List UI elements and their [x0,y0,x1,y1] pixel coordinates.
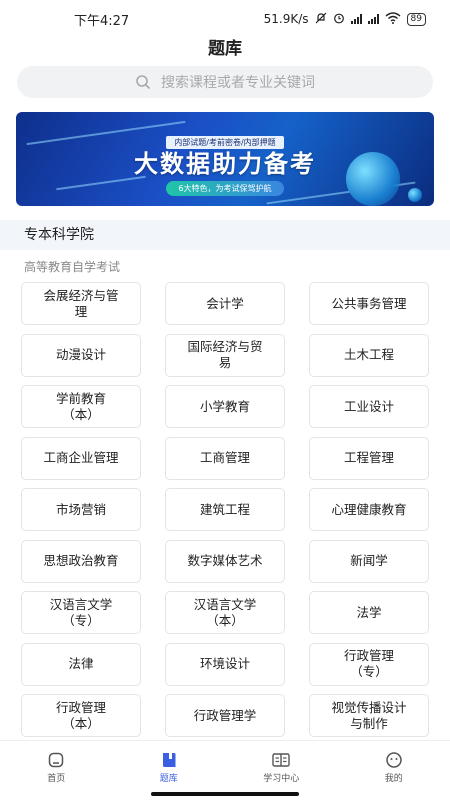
search-input[interactable]: 搜索课程或者专业关键词 [17,66,433,98]
major-card[interactable]: 工程管理 [309,436,429,480]
major-card[interactable]: 新闻学 [309,539,429,583]
major-card[interactable]: 动漫设计 [21,333,141,377]
tab-study-center[interactable]: 学习中心 [225,741,338,788]
mute-icon [315,12,327,27]
major-card[interactable]: 视觉传播设计 与制作 [309,694,429,737]
major-card[interactable]: 建筑工程 [165,488,285,531]
major-card[interactable]: 土木工程 [309,333,429,377]
study-center-icon [271,751,291,771]
major-card[interactable]: 会展经济与管 理 [21,282,141,325]
major-card[interactable]: 小学教育 [165,385,285,428]
network-speed: 51.9K/s [263,12,309,26]
major-card[interactable]: 学前教育 （本） [21,385,141,428]
major-card[interactable]: 市场营销 [21,488,141,531]
tab-profile[interactable]: 我的 [338,741,450,788]
major-card[interactable]: 汉语言文学 （专） [21,591,141,634]
section-title: 专本科学院 [0,220,450,250]
wifi-icon [385,11,401,27]
home-icon [47,751,65,771]
major-card[interactable]: 工商管理 [165,436,285,480]
major-card[interactable]: 行政管理 （本） [21,694,141,737]
major-card[interactable]: 汉语言文学 （本） [165,591,285,634]
battery-icon: 89 [406,12,426,26]
major-card[interactable]: 会计学 [165,282,285,325]
tab-label: 题库 [159,774,178,784]
major-card[interactable]: 国际经济与贸 易 [165,333,285,377]
major-card[interactable]: 心理健康教育 [309,488,429,531]
major-card[interactable]: 数字媒体艺术 [165,539,285,583]
search-icon [135,74,151,90]
status-time: 下午4:27 [74,13,130,29]
bottom-tab-bar: 首页 题库 学习中心 我的 [0,740,450,788]
question-bank-icon [160,751,178,771]
major-card[interactable]: 行政管理学 [165,694,285,737]
banner-subline: 6大特色，为考试保驾护航 [16,176,434,196]
tab-label: 首页 [47,774,66,784]
search-placeholder: 搜索课程或者专业关键词 [161,75,315,91]
signal-icon-2 [367,14,379,24]
section-subtitle: 高等教育自学考试 [24,260,121,274]
major-card[interactable]: 法学 [309,591,429,634]
major-card[interactable]: 工商企业管理 [21,436,141,480]
major-card[interactable]: 环境设计 [165,642,285,686]
status-icons: 51.9K/s 89 [263,11,426,27]
profile-icon [385,751,403,771]
tab-question-bank[interactable]: 题库 [113,741,226,788]
alarm-icon [333,12,345,27]
major-card[interactable]: 工业设计 [309,385,429,428]
major-card[interactable]: 法律 [21,642,141,686]
major-card[interactable]: 公共事务管理 [309,282,429,325]
status-bar: 下午4:27 51.9K/s 89 [0,0,450,38]
page-title: 题库 [208,39,242,59]
major-card[interactable]: 行政管理 （专） [309,642,429,686]
tab-home[interactable]: 首页 [0,741,113,788]
banner-headline: 大数据助力备考 [134,150,316,178]
major-card[interactable]: 思想政治教育 [21,539,141,583]
signal-icon [350,14,362,24]
major-grid: 会展经济与管 理会计学 公共事务管理动漫设计 国际经济与贸 易土木工程学前教育 （本… [21,282,429,742]
tab-label: 我的 [384,774,403,784]
tab-label: 学习中心 [263,774,300,784]
home-indicator [151,792,299,796]
promo-banner[interactable]: 内部试题/考前密卷/内部押题 大数据助力备考 6大特色，为考试保驾护航 [16,112,434,206]
